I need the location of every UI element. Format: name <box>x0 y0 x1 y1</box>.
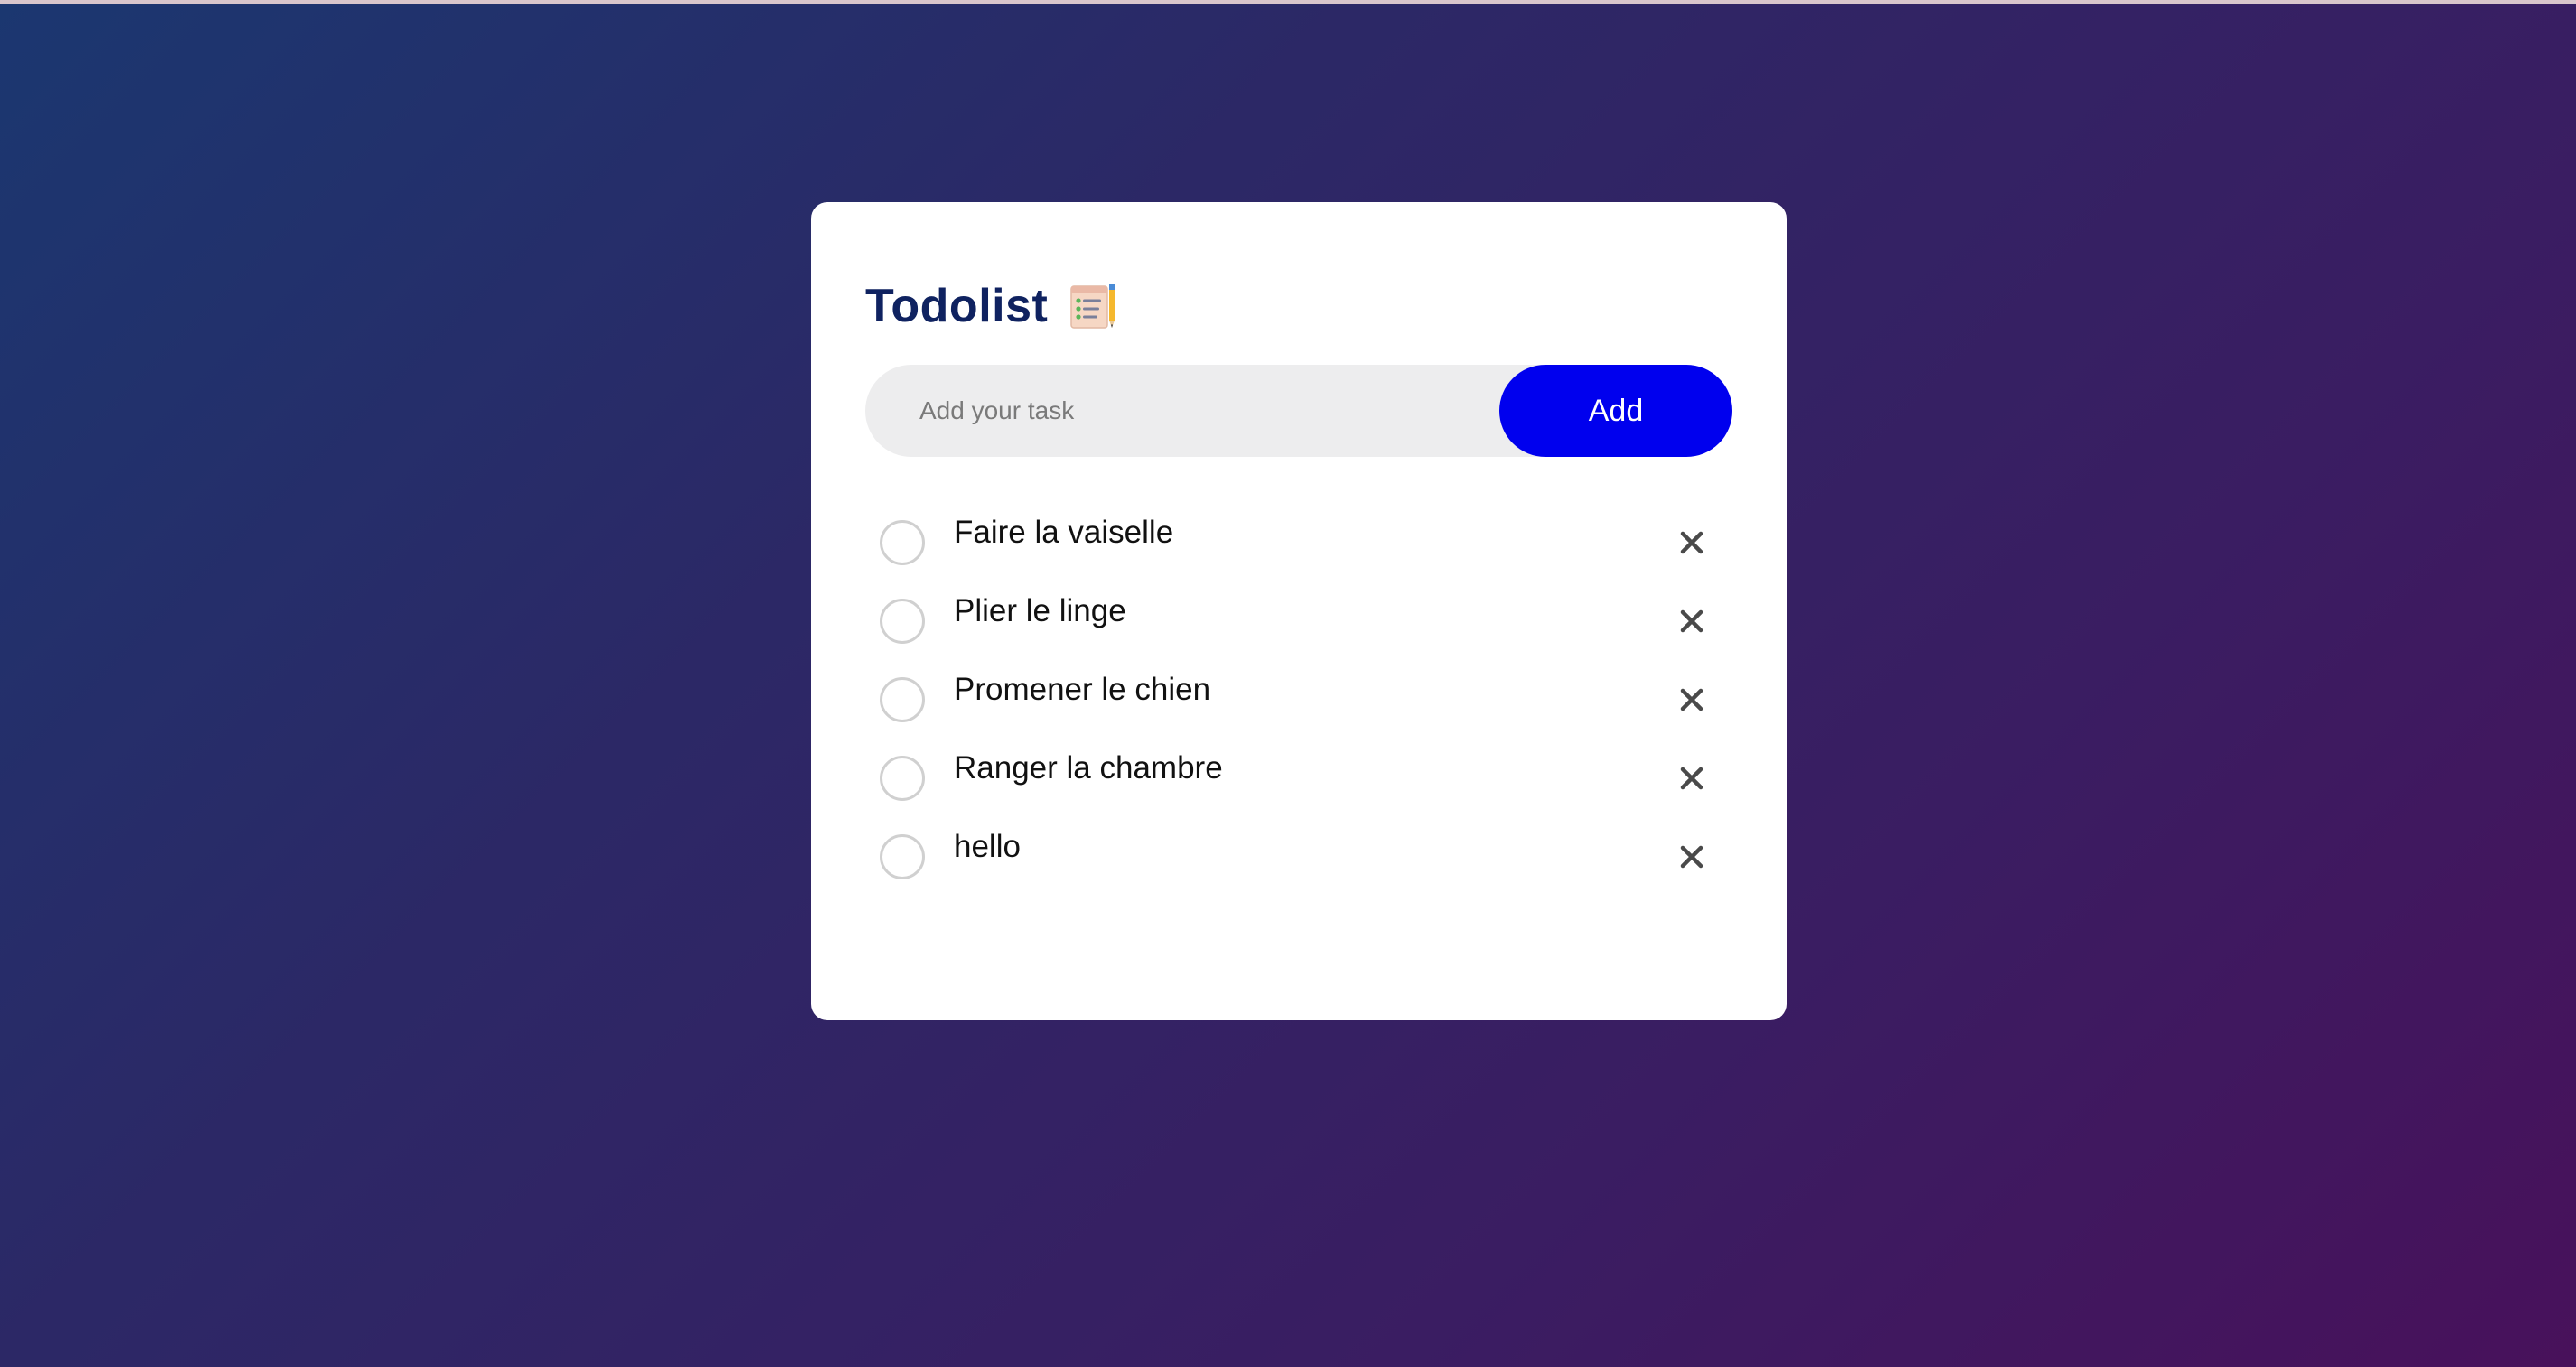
empty-circle-icon[interactable] <box>880 520 925 565</box>
task-item: Ranger la chambre <box>880 750 1729 834</box>
task-label[interactable]: Plier le linge <box>954 593 1126 629</box>
close-icon[interactable] <box>1671 522 1713 563</box>
empty-circle-icon[interactable] <box>880 834 925 879</box>
add-task-bar: Add <box>865 365 1732 457</box>
add-button[interactable]: Add <box>1499 365 1732 457</box>
close-icon[interactable] <box>1671 679 1713 721</box>
top-rule <box>0 0 2576 4</box>
task-input[interactable] <box>865 365 1498 457</box>
task-item: hello <box>880 829 1729 913</box>
close-icon[interactable] <box>1671 836 1713 878</box>
close-icon[interactable] <box>1671 600 1713 642</box>
todo-card: Todolist Add Faire la vaise <box>811 202 1787 1020</box>
task-item: Promener le chien <box>880 672 1729 756</box>
empty-circle-icon[interactable] <box>880 756 925 801</box>
title-row: Todolist <box>865 274 1118 338</box>
empty-circle-icon[interactable] <box>880 599 925 644</box>
empty-circle-icon[interactable] <box>880 677 925 722</box>
task-list: Faire la vaiselle Plier le linge Promene… <box>880 515 1729 913</box>
task-item: Faire la vaiselle <box>880 515 1729 599</box>
task-label[interactable]: Faire la vaiselle <box>954 515 1173 551</box>
task-label[interactable]: hello <box>954 829 1021 865</box>
notepad-checklist-icon <box>1068 281 1118 331</box>
task-label[interactable]: Promener le chien <box>954 672 1210 708</box>
page-title: Todolist <box>865 280 1049 332</box>
task-item: Plier le linge <box>880 593 1729 677</box>
task-label[interactable]: Ranger la chambre <box>954 750 1223 786</box>
close-icon[interactable] <box>1671 758 1713 799</box>
